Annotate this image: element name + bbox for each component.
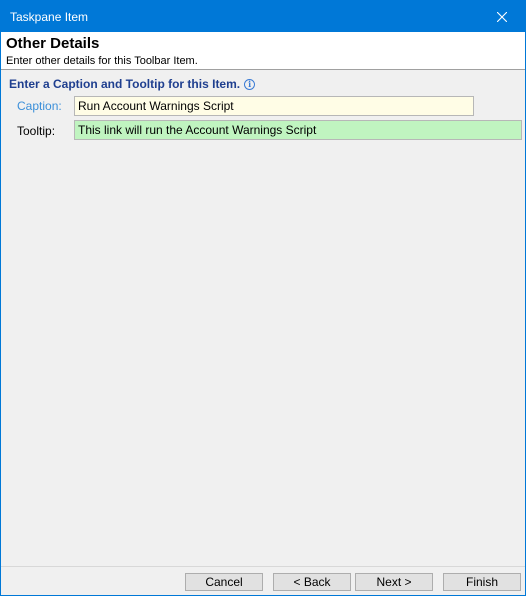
header-panel: Other Details Enter other details for th… [1, 32, 525, 70]
close-icon [497, 11, 507, 22]
section-heading: Enter a Caption and Tooltip for this Ite… [9, 76, 256, 92]
info-icon[interactable]: i [244, 78, 256, 90]
dialog-window: Taskpane Item Other Details Enter other … [0, 0, 526, 596]
tooltip-input[interactable] [74, 120, 522, 140]
caption-label: Caption: [17, 99, 62, 113]
footer-divider [1, 566, 525, 567]
page-title: Other Details [6, 35, 100, 52]
close-button[interactable] [479, 1, 525, 32]
tooltip-label: Tooltip: [17, 124, 56, 138]
next-button[interactable]: Next > [355, 573, 433, 591]
finish-button[interactable]: Finish [443, 573, 521, 591]
title-bar[interactable]: Taskpane Item [1, 1, 525, 32]
window-title: Taskpane Item [10, 10, 89, 24]
back-button[interactable]: < Back [273, 573, 351, 591]
cancel-button[interactable]: Cancel [185, 573, 263, 591]
page-subtitle: Enter other details for this Toolbar Ite… [6, 55, 198, 67]
caption-input[interactable] [74, 96, 474, 116]
section-heading-text: Enter a Caption and Tooltip for this Ite… [9, 77, 241, 91]
